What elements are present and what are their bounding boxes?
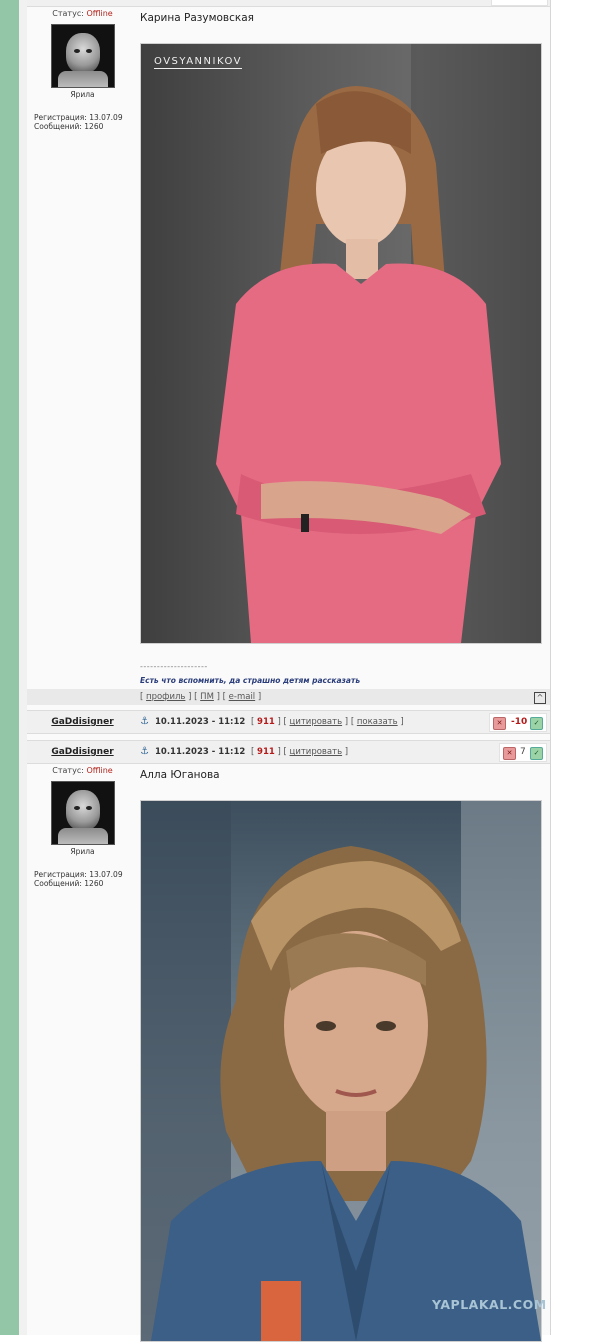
post-title: Карина Разумовская	[140, 12, 254, 24]
post-date: 10.11.2023 - 11:12	[155, 717, 246, 727]
thumb-up-icon[interactable]: ✓	[530, 717, 543, 730]
rating-box: ✕ -10 ✓	[489, 713, 547, 732]
thumb-down-icon[interactable]: ✕	[503, 747, 516, 760]
user-status: Статус: Offline	[27, 9, 138, 18]
anchor-icon[interactable]: ⚓	[140, 716, 149, 727]
site-watermark: YAPLAKAL.COM	[432, 1297, 547, 1312]
signature-separator: --------------------	[140, 662, 208, 671]
rating-value: -10	[511, 717, 528, 727]
previous-rating-box	[491, 0, 548, 6]
message-count: Сообщений: 1260	[34, 122, 104, 131]
post-photo[interactable]	[140, 800, 542, 1342]
avatar-face	[65, 33, 100, 73]
post-date: 10.11.2023 - 11:12	[155, 747, 246, 757]
avatar[interactable]	[50, 24, 115, 88]
avatar-eye	[73, 806, 80, 810]
avatar-hands	[57, 828, 108, 844]
left-shade	[19, 0, 27, 1335]
thumb-down-icon[interactable]: ✕	[493, 717, 506, 730]
signature-text: Есть что вспомнить, да страшно детям рас…	[140, 676, 361, 685]
anchor-icon[interactable]: ⚓	[140, 746, 149, 757]
user-rank: Ярила	[70, 90, 95, 99]
registration-date: Регистрация: 13.07.09	[34, 113, 123, 122]
user-sidebar: Статус: Offline Ярила Регистрация: 13.07…	[27, 9, 138, 131]
post-number[interactable]: 911	[257, 747, 275, 757]
post-action-links: [ профиль ] [ ПМ ] [ e-mail ]	[140, 692, 262, 702]
status-label: Статус:	[52, 766, 84, 775]
status-value: Offline	[86, 9, 113, 18]
rating-value: 7	[520, 747, 526, 757]
post-header: GaDdisigner ⚓ 10.11.2023 - 11:12 [ 911 ]…	[27, 740, 550, 764]
post-number[interactable]: 911	[257, 717, 275, 727]
registration-date: Регистрация: 13.07.09	[34, 870, 123, 879]
message-count: Сообщений: 1260	[34, 879, 104, 888]
post-header: GaDdisigner ⚓ 10.11.2023 - 11:12 [ 911 ]…	[27, 710, 550, 734]
header-links: [ 911 ] [ цитировать ]	[251, 747, 349, 757]
profile-link[interactable]: профиль	[146, 692, 185, 702]
photo-watermark: OVSYANNIKOV	[154, 56, 243, 69]
avatar-eye	[85, 806, 92, 810]
avatar-face	[65, 790, 100, 830]
quote-link[interactable]: цитировать	[290, 747, 343, 757]
author-name[interactable]: GaDdisigner	[27, 717, 138, 727]
thumb-up-icon[interactable]: ✓	[530, 747, 543, 760]
status-label: Статус:	[52, 9, 84, 18]
user-status: Статус: Offline	[27, 766, 138, 775]
header-links: [ 911 ] [ цитировать ] [ показать ]	[251, 717, 404, 727]
post-actions-bar: [ профиль ] [ ПМ ] [ e-mail ] ^	[27, 689, 550, 705]
status-value: Offline	[86, 766, 113, 775]
previous-post-header-fragment	[27, 0, 550, 7]
pm-link[interactable]: ПМ	[200, 692, 214, 702]
user-sidebar: Статус: Offline Ярила Регистрация: 13.07…	[27, 766, 138, 888]
rating-box: ✕ 7 ✓	[499, 743, 547, 762]
left-accent-strip	[0, 0, 19, 1335]
post-photo[interactable]: OVSYANNIKOV	[140, 43, 542, 644]
user-rank: Ярила	[70, 847, 95, 856]
author-name[interactable]: GaDdisigner	[27, 747, 138, 757]
avatar[interactable]	[50, 781, 115, 845]
post-title: Алла Юганова	[140, 769, 220, 781]
woman-curly-hair-photo	[141, 801, 541, 1341]
user-info: Регистрация: 13.07.09 Сообщений: 1260	[27, 870, 138, 888]
avatar-eye	[73, 49, 80, 53]
board-right-border	[550, 0, 551, 1335]
arrow-up-icon[interactable]: ^	[534, 692, 546, 704]
woman-pink-shirt-photo	[216, 44, 541, 643]
avatar-hands	[57, 71, 108, 87]
email-link[interactable]: e-mail	[229, 692, 256, 702]
avatar-eye	[85, 49, 92, 53]
user-info: Регистрация: 13.07.09 Сообщений: 1260	[27, 113, 138, 131]
quote-link[interactable]: цитировать	[290, 717, 343, 727]
show-link[interactable]: показать	[357, 717, 398, 727]
